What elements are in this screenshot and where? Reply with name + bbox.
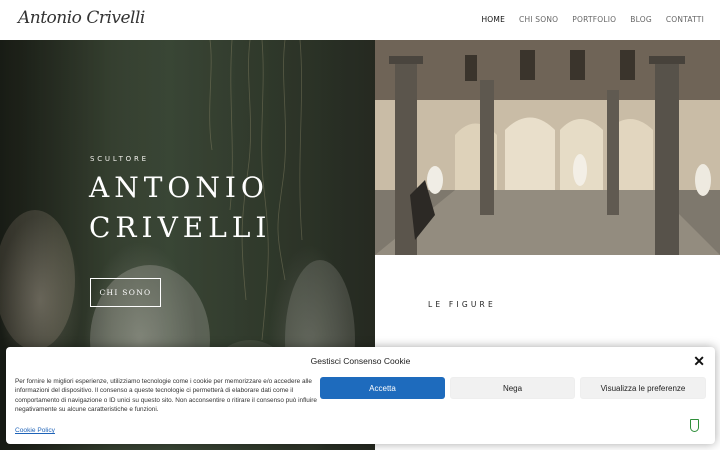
nav-item-contatti[interactable]: CONTATTI xyxy=(666,15,704,24)
main-nav: HOME CHI SONO PORTFOLIO BLOG CONTATTI xyxy=(481,15,704,24)
logo-text: Antonio Crivelli xyxy=(18,8,145,28)
accept-button[interactable]: Accetta xyxy=(320,377,445,399)
nav-item-portfolio[interactable]: PORTFOLIO xyxy=(572,15,616,24)
courtyard-photo xyxy=(375,40,720,255)
close-icon[interactable]: ✕ xyxy=(693,353,705,370)
nav-item-blog[interactable]: BLOG xyxy=(630,15,652,24)
preferences-button[interactable]: Visualizza le preferenze xyxy=(580,377,706,399)
nav-item-chi-sono[interactable]: CHI SONO xyxy=(519,15,558,24)
chi-sono-button[interactable]: CHI SONO xyxy=(90,278,161,307)
cookie-banner: Gestisci Consenso Cookie ✕ Per fornire l… xyxy=(6,347,715,444)
courtyard-image xyxy=(375,40,720,255)
le-figure-heading: LE FIGURE xyxy=(428,300,496,309)
shield-icon[interactable] xyxy=(690,419,699,432)
hero-title-line-1: ANTONIO xyxy=(89,171,269,204)
hero-eyebrow: SCULTORE xyxy=(90,155,149,163)
cookie-policy-link[interactable]: Cookie Policy xyxy=(15,427,55,434)
nav-item-home[interactable]: HOME xyxy=(481,15,505,24)
cookie-title: Gestisci Consenso Cookie xyxy=(310,356,411,366)
site-header: Antonio Crivelli HOME CHI SONO PORTFOLIO… xyxy=(0,0,720,40)
logo[interactable]: Antonio Crivelli xyxy=(18,8,145,28)
hero-title-line-2: CRIVELLI xyxy=(89,211,272,244)
deny-button[interactable]: Nega xyxy=(450,377,575,399)
hero-title: ANTONIO CRIVELLI xyxy=(89,168,271,248)
cookie-text: Per fornire le migliori esperienze, util… xyxy=(15,378,317,413)
